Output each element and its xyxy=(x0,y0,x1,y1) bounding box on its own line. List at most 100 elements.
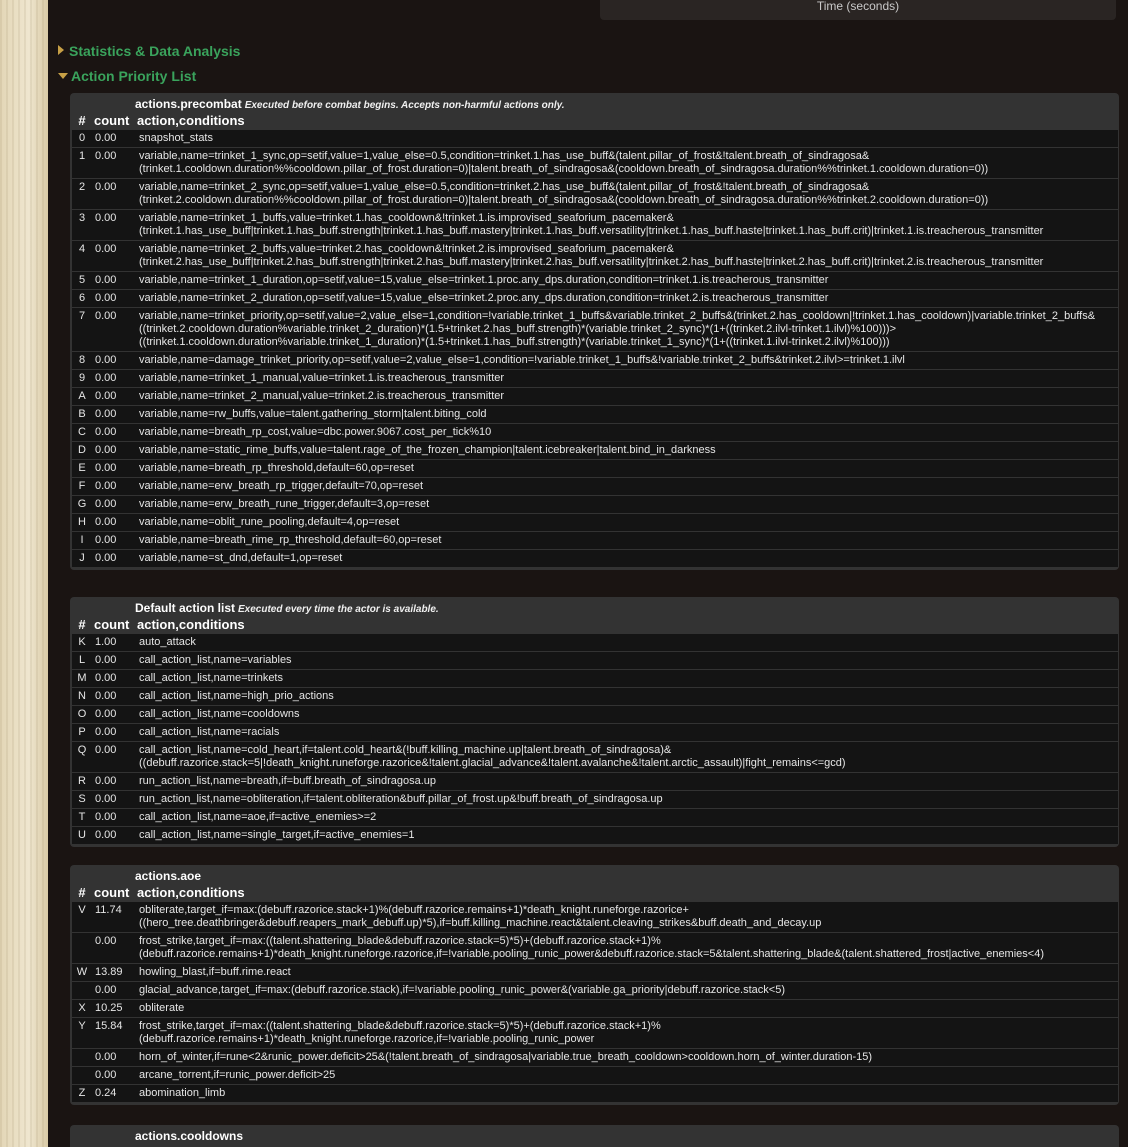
row-action: run_action_list,name=obliteration,if=tal… xyxy=(137,791,1118,808)
row-count: 13.89 xyxy=(92,964,137,981)
row-id: M xyxy=(72,670,92,687)
table-row: J 0.00 variable,name=st_dnd,default=1,op=r… xyxy=(72,550,1118,567)
table-row: I 0.00 variable,name=breath_rime_rp_thresh… xyxy=(72,532,1118,549)
row-action: variable,name=breath_rime_rp_threshold,d… xyxy=(137,532,1118,549)
table-row: G 0.00 variable,name=erw_breath_rune_trigg… xyxy=(72,496,1118,513)
row-id: K xyxy=(72,634,92,651)
default-description: Executed every time the actor is availab… xyxy=(238,604,439,615)
row-id: L xyxy=(72,652,92,669)
row-count: 10.25 xyxy=(92,1000,137,1017)
row-count: 0.00 xyxy=(92,652,137,669)
row-id: O xyxy=(72,706,92,723)
row-id: 0 xyxy=(72,130,92,147)
row-action: call_action_list,name=racials xyxy=(137,724,1118,741)
apl-toggle[interactable]: Action Priority List xyxy=(58,68,196,84)
statistics-label: Statistics & Data Analysis xyxy=(69,43,241,59)
column-header-action: action,conditions xyxy=(137,113,245,128)
row-action: auto_attack xyxy=(137,634,1118,651)
row-action: variable,name=trinket_1_buffs,value=trin… xyxy=(137,210,1118,240)
row-id: Y xyxy=(72,1018,92,1048)
row-count: 0.00 xyxy=(92,308,137,351)
table-header-row: # count action,conditions xyxy=(72,884,1118,901)
table-row: E 0.00 variable,name=breath_rp_threshold,d… xyxy=(72,460,1118,477)
row-id: N xyxy=(72,688,92,705)
row-action: variable,name=erw_breath_rune_trigger,de… xyxy=(137,496,1118,513)
row-id: W xyxy=(72,964,92,981)
row-id: C xyxy=(72,424,92,441)
row-count: 0.00 xyxy=(92,424,137,441)
row-action: call_action_list,name=trinkets xyxy=(137,670,1118,687)
row-id xyxy=(72,982,92,999)
table-row: 2 0.00 variable,name=trinket_2_sync,op=set… xyxy=(72,179,1118,209)
cooldowns-title: actions.cooldowns xyxy=(135,1129,244,1143)
default-panel: Default action list Executed every time t… xyxy=(70,597,1119,847)
table-row: Y 15.84 frost_strike,target_if=max:((talen… xyxy=(72,1018,1118,1048)
row-id: 2 xyxy=(72,179,92,209)
table-row: 8 0.00 variable,name=damage_trinket_priori… xyxy=(72,352,1118,369)
table-row: S 0.00 run_action_list,name=obliteration,i… xyxy=(72,791,1118,808)
row-count: 0.00 xyxy=(92,179,137,209)
column-header-action: action,conditions xyxy=(137,617,245,632)
row-action: call_action_list,name=high_prio_actions xyxy=(137,688,1118,705)
panel-title: actions.aoe xyxy=(135,870,1119,883)
row-action: snapshot_stats xyxy=(137,130,1118,147)
column-header-count: count xyxy=(94,885,130,900)
aoe-title: actions.aoe xyxy=(135,869,202,883)
cooldowns-panel: actions.cooldowns xyxy=(70,1125,1119,1147)
row-action: variable,name=breath_rp_cost,value=dbc.p… xyxy=(137,424,1118,441)
panel-title: actions.cooldowns xyxy=(135,1130,1119,1143)
row-id: G xyxy=(72,496,92,513)
row-id: Z xyxy=(72,1085,92,1102)
row-id: J xyxy=(72,550,92,567)
row-action: glacial_advance,target_if=max:(debuff.ra… xyxy=(137,982,1118,999)
row-id: F xyxy=(72,478,92,495)
precombat-description: Executed before combat begins. Accepts n… xyxy=(244,100,565,111)
row-count: 0.00 xyxy=(92,442,137,459)
table-row: M 0.00 call_action_list,name=trinkets xyxy=(72,670,1118,687)
row-action: variable,name=trinket_1_sync,op=setif,va… xyxy=(137,148,1118,178)
table-row: B 0.00 variable,name=rw_buffs,value=talent… xyxy=(72,406,1118,423)
panel-title: actions.precombat Executed before combat … xyxy=(135,98,1119,112)
row-id: X xyxy=(72,1000,92,1017)
row-id: 7 xyxy=(72,308,92,351)
row-action: frost_strike,target_if=max:((talent.shat… xyxy=(137,933,1118,963)
row-action: call_action_list,name=cooldowns xyxy=(137,706,1118,723)
row-count: 0.00 xyxy=(92,670,137,687)
table-row: P 0.00 call_action_list,name=racials xyxy=(72,724,1118,741)
statistics-toggle[interactable]: Statistics & Data Analysis xyxy=(58,43,240,59)
row-action: call_action_list,name=aoe,if=active_enem… xyxy=(137,809,1118,826)
table-row: 0.00 frost_strike,target_if=max:((talent.… xyxy=(72,933,1118,963)
row-count: 11.74 xyxy=(92,902,137,932)
row-count: 0.00 xyxy=(92,706,137,723)
row-count: 0.00 xyxy=(92,514,137,531)
row-action: call_action_list,name=cold_heart,if=tale… xyxy=(137,742,1118,772)
row-id: V xyxy=(72,902,92,932)
row-action: variable,name=trinket_1_duration,op=seti… xyxy=(137,272,1118,289)
report-main: Time (seconds) Statistics & Data Analysi… xyxy=(48,0,1128,1147)
row-action: arcane_torrent,if=runic_power.deficit>25 xyxy=(137,1067,1118,1084)
row-id: B xyxy=(72,406,92,423)
row-action: variable,name=damage_trinket_priority,op… xyxy=(137,352,1118,369)
table-row: X 10.25 obliterate xyxy=(72,1000,1118,1017)
row-id xyxy=(72,1049,92,1066)
table-row: 7 0.00 variable,name=trinket_priority,op=s… xyxy=(72,308,1118,351)
row-count: 0.00 xyxy=(92,496,137,513)
row-count: 0.00 xyxy=(92,406,137,423)
table-row: Z 0.24 abomination_limb xyxy=(72,1085,1118,1102)
row-id: U xyxy=(72,827,92,844)
row-action: variable,name=breath_rp_threshold,defaul… xyxy=(137,460,1118,477)
row-count: 0.00 xyxy=(92,241,137,271)
precombat-panel: actions.precombat Executed before combat … xyxy=(70,93,1119,570)
row-action: horn_of_winter,if=rune<2&runic_power.def… xyxy=(137,1049,1118,1066)
column-header-id: # xyxy=(78,617,86,632)
row-id: D xyxy=(72,442,92,459)
table-row: 4 0.00 variable,name=trinket_2_buffs,value… xyxy=(72,241,1118,271)
table-row: 0 0.00 snapshot_stats xyxy=(72,130,1118,147)
table-row: 0.00 arcane_torrent,if=runic_power.defici… xyxy=(72,1067,1118,1084)
table-header-row: # count action,conditions xyxy=(72,112,1118,129)
row-count: 1.00 xyxy=(92,634,137,651)
row-count: 0.00 xyxy=(92,460,137,477)
row-action: variable,name=rw_buffs,value=talent.gath… xyxy=(137,406,1118,423)
row-count: 15.84 xyxy=(92,1018,137,1048)
row-count: 0.00 xyxy=(92,742,137,772)
